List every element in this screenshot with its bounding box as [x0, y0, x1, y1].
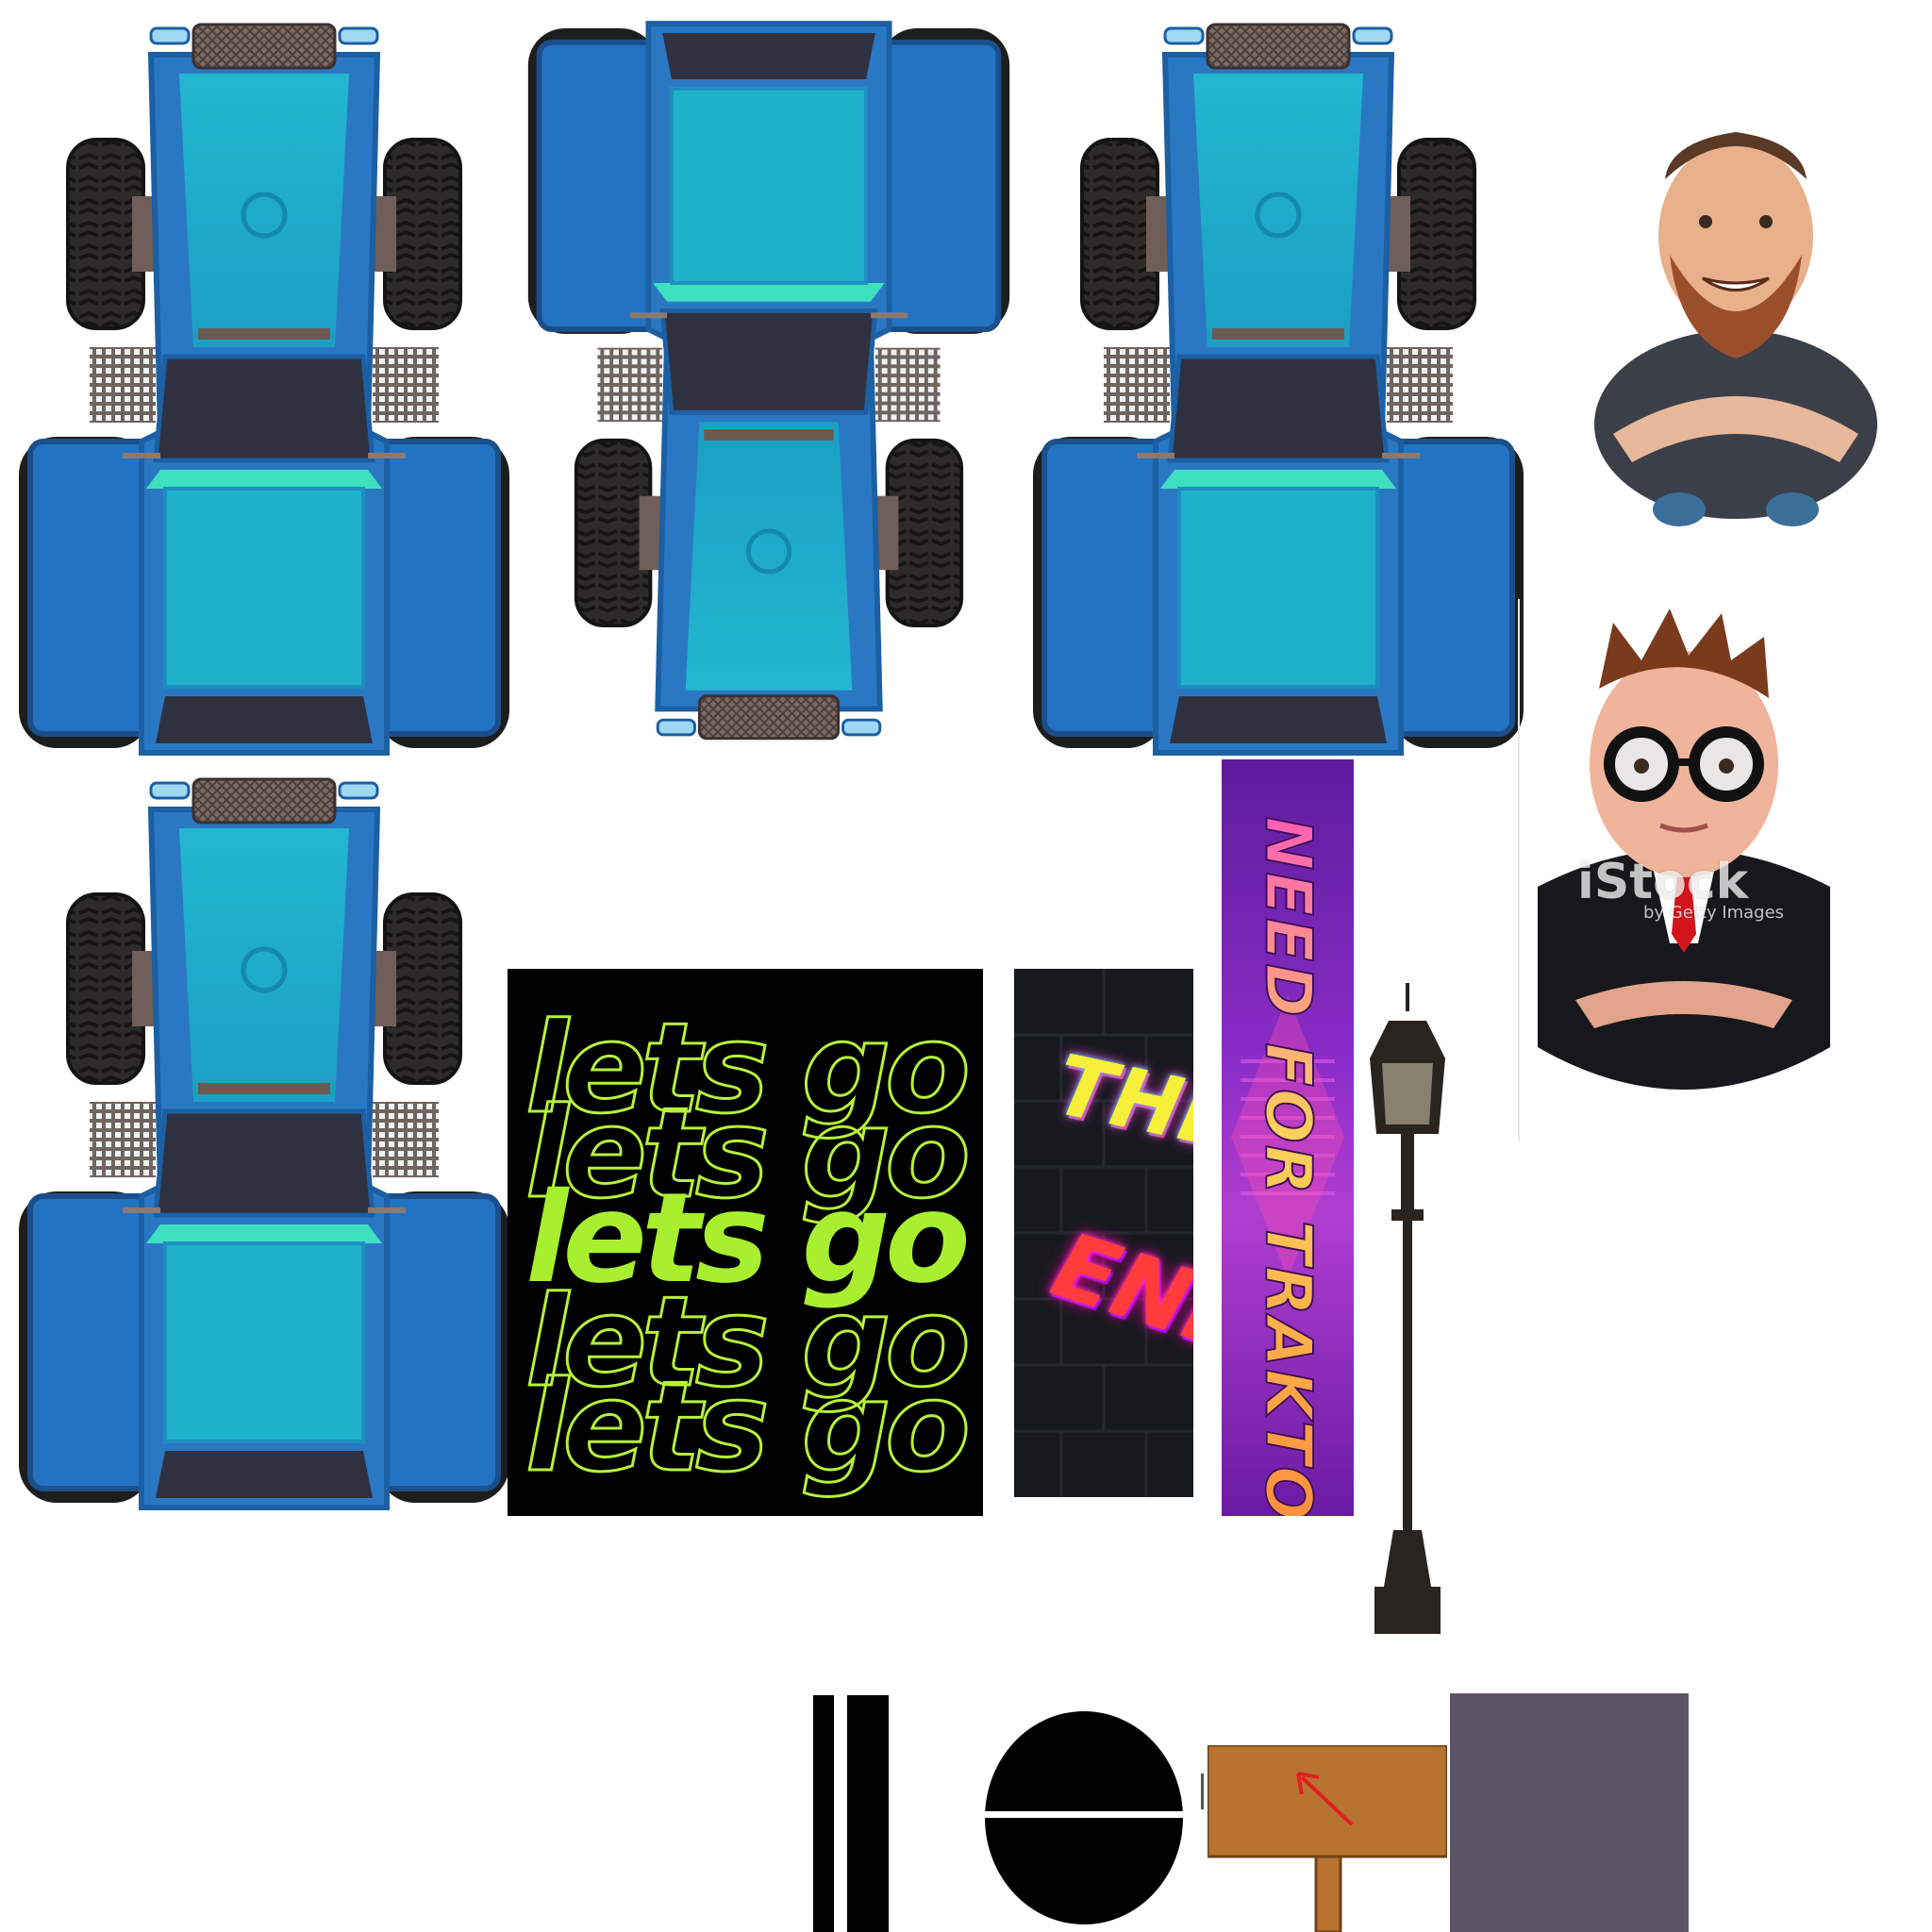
watermark-byline: by Getty Images: [1643, 903, 1785, 923]
bearded-man-sprite: [1594, 132, 1877, 526]
lets-go-poster: lets go lets go lets go lets go lets go: [508, 969, 983, 1516]
separator-line: [1518, 599, 1520, 1141]
tractor-sprite-facing-down: [519, 8, 1019, 753]
tractor-sprite-facing-down-copy: [9, 772, 519, 1517]
split-circle-sprite: [981, 1711, 1187, 1924]
gray-swatch: [1450, 1693, 1689, 1932]
lamp-post-sprite: [1365, 983, 1450, 1634]
need-for-traktor-title: NEED FOR TRAKTOR: [1250, 816, 1326, 1517]
black-bar-left: [813, 1695, 834, 1932]
need-for-traktor-banner: NEED FOR TRAKTOR: [1222, 759, 1354, 1516]
the-end-panel: THE END: [1014, 969, 1193, 1497]
lets-go-echo-4: lets go: [525, 1355, 973, 1500]
small-tick: [1201, 1774, 1204, 1809]
watermark-brand: iStock: [1577, 854, 1749, 910]
tractor-sprite-facing-up: [9, 17, 519, 762]
tractor-sprite-facing-up-copy: [1024, 17, 1533, 762]
stock-watermark: iStock by Getty Images: [1577, 854, 1823, 923]
black-bar-right: [847, 1695, 889, 1932]
arrow-sign-sprite: [1208, 1745, 1447, 1932]
